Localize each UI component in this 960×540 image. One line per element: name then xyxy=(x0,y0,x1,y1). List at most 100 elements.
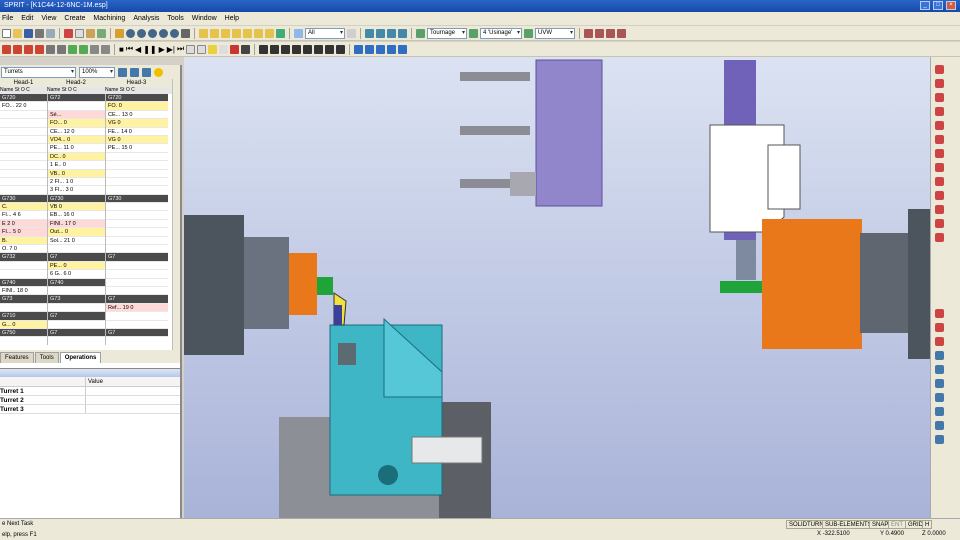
grid-row[interactable]: O. 7 0 xyxy=(0,245,47,254)
property-row[interactable]: Turret 1 xyxy=(0,387,180,396)
view-bottom-icon[interactable] xyxy=(254,28,263,38)
grid-row[interactable]: G740 xyxy=(48,278,105,287)
rewind-icon[interactable]: ⏮ xyxy=(126,44,133,54)
shaded-icon[interactable] xyxy=(354,44,364,54)
work-plane-icon[interactable] xyxy=(387,28,396,38)
cut-icon[interactable] xyxy=(64,28,73,38)
grid-row[interactable] xyxy=(106,161,168,170)
zoom-previous-icon[interactable] xyxy=(159,28,168,38)
grid-row[interactable] xyxy=(106,245,168,254)
geometry-point-icon[interactable] xyxy=(935,351,944,360)
mode-ent[interactable]: ENT xyxy=(888,520,906,529)
sim-mode-icon[interactable] xyxy=(219,44,229,54)
grid-row[interactable] xyxy=(0,170,47,178)
grid-row[interactable] xyxy=(106,186,168,195)
filter-icon[interactable] xyxy=(294,28,303,38)
grid-row[interactable]: B. xyxy=(0,236,47,246)
grid-row[interactable] xyxy=(106,321,168,329)
geometry-arc-icon[interactable] xyxy=(935,323,944,332)
grid-row[interactable]: Sol... 21 0 xyxy=(48,237,105,246)
sim-options-icon[interactable] xyxy=(197,44,207,54)
grid-row[interactable]: FI... 5 0 xyxy=(0,228,47,237)
transparency-icon[interactable] xyxy=(387,44,397,54)
open-folder-icon[interactable] xyxy=(13,28,22,38)
feature-surface-icon[interactable] xyxy=(935,233,944,242)
hidden-line-icon[interactable] xyxy=(376,44,386,54)
axis-type-icon[interactable] xyxy=(524,28,533,38)
mode-sub-elements[interactable]: SUB-ELEMENTS xyxy=(822,520,875,529)
feature-2-icon[interactable] xyxy=(13,44,22,54)
tab-features[interactable]: Features xyxy=(0,352,34,363)
grid-row[interactable]: G7 xyxy=(106,328,168,338)
grid-row[interactable] xyxy=(106,287,168,296)
menu-view[interactable]: View xyxy=(41,12,56,25)
grid-row[interactable]: VO4... 0 xyxy=(48,135,105,145)
workpiece-icon[interactable] xyxy=(79,44,88,54)
wireframe-icon[interactable] xyxy=(365,44,375,54)
usinage-combo[interactable]: 4 'Usinage' xyxy=(480,27,522,39)
grid-row[interactable]: G750 xyxy=(0,328,47,338)
grid-row[interactable] xyxy=(106,337,168,345)
copy-icon[interactable] xyxy=(75,28,84,38)
rotate-view-icon[interactable] xyxy=(276,28,285,38)
grid-row[interactable]: VG 0 xyxy=(106,119,168,128)
mode-h[interactable]: H xyxy=(922,520,933,529)
geometry-mirror-icon[interactable] xyxy=(935,421,944,430)
grid-row[interactable]: G7 xyxy=(48,312,105,321)
grid-row[interactable]: CE... 12 0 xyxy=(48,128,105,136)
feature-4-icon[interactable] xyxy=(35,44,44,54)
display-4-icon[interactable] xyxy=(292,44,302,54)
display-8-icon[interactable] xyxy=(336,44,346,54)
save-icon[interactable] xyxy=(24,28,33,38)
grid-row[interactable] xyxy=(48,321,105,329)
grid-row[interactable]: CE... 13 0 xyxy=(106,111,168,120)
machine-setup-icon[interactable] xyxy=(46,44,55,54)
grid-row[interactable] xyxy=(106,228,168,237)
grid-row[interactable] xyxy=(106,220,168,229)
grid-row[interactable]: G72 xyxy=(48,94,105,103)
step-forward-icon[interactable]: ▶| xyxy=(167,45,175,54)
toolpath-icon[interactable] xyxy=(584,28,593,38)
sync-icon[interactable] xyxy=(118,67,127,77)
grid-row[interactable]: DC.. 0 xyxy=(48,152,105,162)
grid-row[interactable]: G730 xyxy=(106,194,168,204)
grid-row[interactable] xyxy=(48,287,105,296)
sim-settings-icon[interactable] xyxy=(186,44,196,54)
graphics-viewport[interactable] xyxy=(184,57,930,518)
feature-hole-icon[interactable] xyxy=(935,93,944,102)
display-1-icon[interactable] xyxy=(259,44,269,54)
grid-row[interactable]: G7 xyxy=(106,295,168,304)
paste-icon[interactable] xyxy=(86,28,95,38)
grid-row[interactable]: 1 E.. 0 xyxy=(48,161,105,170)
tool-display-icon[interactable] xyxy=(241,44,251,54)
grid-row[interactable]: G710 xyxy=(0,312,47,321)
feature-slot-icon[interactable] xyxy=(935,205,944,214)
geometry-line-icon[interactable] xyxy=(935,309,944,318)
feature-profile-icon[interactable] xyxy=(935,79,944,88)
collision-icon[interactable] xyxy=(230,44,240,54)
grid-row[interactable]: FO... 22 0 xyxy=(0,102,47,111)
stop-icon[interactable]: ■ xyxy=(119,45,124,54)
menu-create[interactable]: Create xyxy=(64,12,85,25)
feature-face-icon[interactable] xyxy=(935,121,944,130)
grid-row[interactable]: FINI.. 18 0 xyxy=(0,287,47,296)
menu-machining[interactable]: Machining xyxy=(93,12,125,25)
grid-row[interactable] xyxy=(0,128,47,136)
grid-row[interactable]: FINI.. 17 0 xyxy=(48,219,105,229)
filter-combo[interactable]: All xyxy=(305,27,345,39)
grid-row[interactable] xyxy=(0,111,47,120)
grid-row[interactable]: G73 xyxy=(48,295,105,304)
grid-row[interactable] xyxy=(106,262,168,271)
pan-icon[interactable] xyxy=(181,28,190,38)
mode-solidturn[interactable]: SOLIDTURN xyxy=(786,520,827,529)
fast-forward-icon[interactable]: ⏭ xyxy=(177,44,184,54)
step-back-icon[interactable]: ◀ xyxy=(135,45,141,54)
grid-row[interactable]: 3 FI... 3 0 xyxy=(48,186,105,195)
grid-row[interactable] xyxy=(106,312,168,321)
feature-part-icon[interactable] xyxy=(935,219,944,228)
axis-icon[interactable] xyxy=(365,28,374,38)
operation-combo[interactable]: Tournage xyxy=(427,27,467,39)
play-icon[interactable]: ▶ xyxy=(159,45,165,54)
plane-icon[interactable] xyxy=(376,28,385,38)
zoom-out-icon[interactable] xyxy=(137,28,146,38)
